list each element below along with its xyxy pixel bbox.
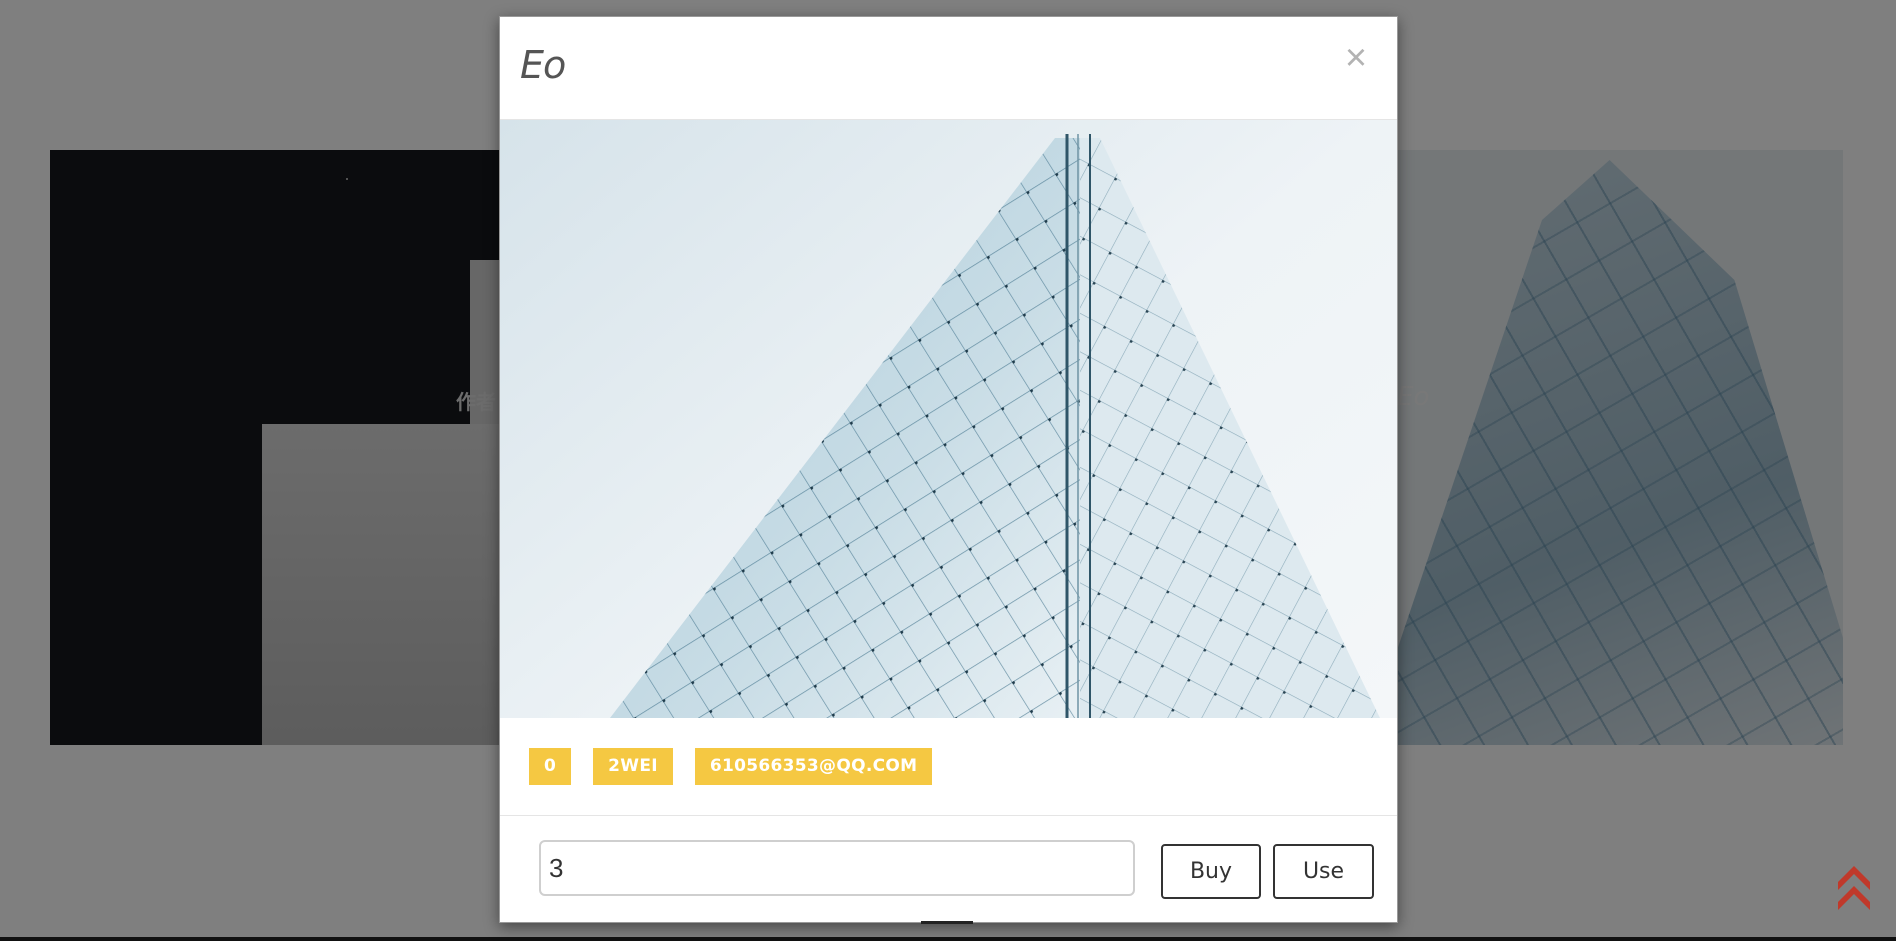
- buy-button[interactable]: Buy: [1161, 844, 1261, 899]
- use-button[interactable]: Use: [1273, 844, 1374, 899]
- hero-image: [500, 120, 1397, 718]
- modal-title: Eo: [520, 43, 566, 87]
- detail-modal: Eo × 0 2WEI 610566353@QQ.COM 3 Buy Use: [499, 16, 1398, 923]
- quantity-input[interactable]: [539, 840, 1135, 896]
- tag-email: 610566353@QQ.COM: [694, 748, 933, 785]
- tag-author: 2WEI: [593, 748, 673, 785]
- footer-divider: [500, 815, 1397, 816]
- tag-list: 0 2WEI 610566353@QQ.COM: [529, 748, 954, 785]
- modal-header: Eo ×: [500, 17, 1397, 120]
- tag-count: 0: [529, 748, 572, 785]
- double-chevron-up-icon[interactable]: [1834, 858, 1874, 910]
- close-icon[interactable]: ×: [1339, 39, 1373, 77]
- page-indicator: [921, 921, 973, 924]
